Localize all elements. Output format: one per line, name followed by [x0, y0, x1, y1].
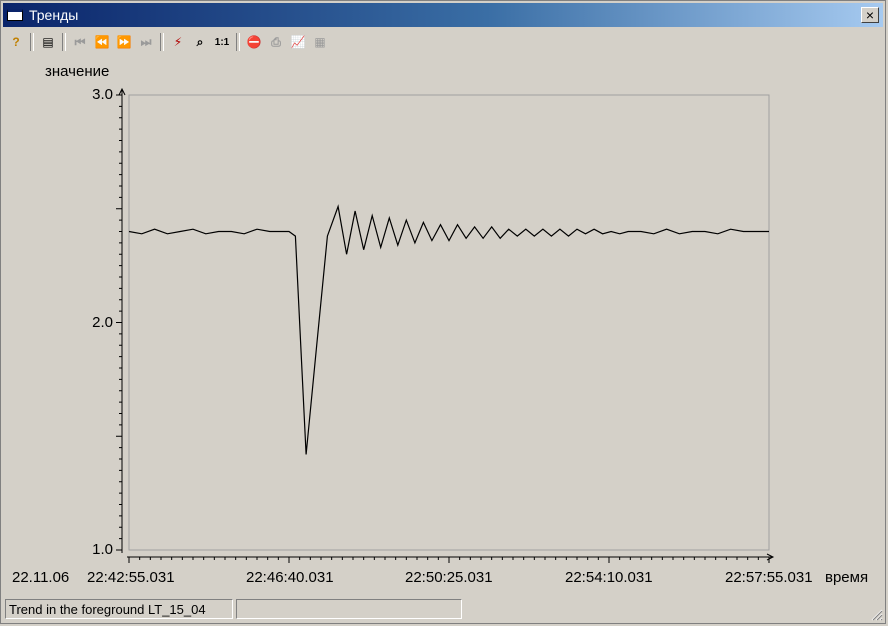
x-axis-label: время	[825, 569, 869, 586]
help-icon[interactable]: ?	[5, 32, 27, 52]
y-tick-label: 2.0	[92, 313, 113, 331]
y-tick-label: 1.0	[92, 541, 113, 558]
toolbar-separator	[30, 33, 34, 51]
trend-line-series	[128, 204, 769, 455]
toolbar-separator	[62, 33, 66, 51]
export-icon[interactable]: ▦	[309, 32, 331, 52]
x-tick-label: 22:50:25.031	[405, 569, 493, 586]
x-tick-label: 22:57:55.031	[725, 569, 813, 586]
first-icon[interactable]: ⏮	[69, 32, 91, 52]
stop-icon[interactable]: ⛔	[243, 32, 265, 52]
back-icon[interactable]: ⏪	[91, 32, 113, 52]
plot-frame	[128, 94, 770, 551]
x-tick-label: 22:42:55.031	[87, 569, 175, 586]
last-icon[interactable]: ⏭	[135, 32, 157, 52]
toolbar-separator	[236, 33, 240, 51]
zoom-icon[interactable]: ⌕	[189, 32, 211, 52]
original-size-icon[interactable]: 1:1	[211, 32, 233, 52]
status-pane-2	[236, 599, 462, 619]
trends-window: Тренды × ? ▤ ⏮ ⏪ ⏩ ⏭ ⚡ ⌕ 1:1 ⛔ ⎙ 📈 ▦ значение Trend …	[0, 0, 886, 624]
status-bar: Trend in the foreground LT_15_04	[5, 599, 881, 621]
table-view-icon[interactable]: ▤	[37, 32, 59, 52]
select-trend-icon[interactable]: ⚡	[167, 32, 189, 52]
x-tick-label: 22:54:10.031	[565, 569, 653, 586]
y-tick-label: 3.0	[92, 86, 113, 103]
print-icon[interactable]: ⎙	[265, 32, 287, 52]
date-label: 22.11.06	[12, 569, 70, 586]
window-icon	[7, 9, 23, 21]
title-bar[interactable]: Тренды ×	[3, 3, 883, 27]
trend-chart	[116, 87, 775, 563]
toolbar: ? ▤ ⏮ ⏪ ⏩ ⏭ ⚡ ⌕ 1:1 ⛔ ⎙ 📈 ▦	[5, 31, 881, 53]
toolbar-separator	[160, 33, 164, 51]
window-title: Тренды	[29, 7, 79, 23]
statistics-icon[interactable]: 📈	[287, 32, 309, 52]
close-button[interactable]: ×	[861, 7, 879, 23]
status-text: Trend in the foreground LT_15_04	[5, 599, 233, 619]
resize-grip-icon[interactable]	[869, 607, 883, 621]
forward-icon[interactable]: ⏩	[113, 32, 135, 52]
x-tick-label: 22:46:40.031	[246, 569, 334, 586]
